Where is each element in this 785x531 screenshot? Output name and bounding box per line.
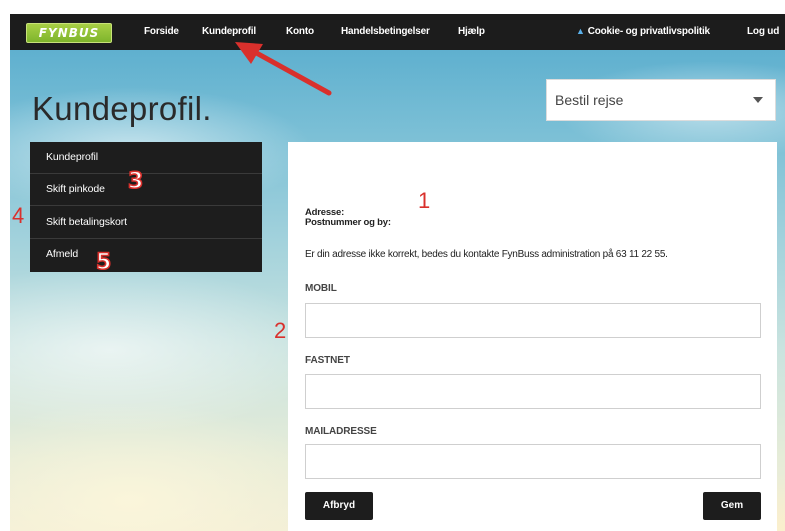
chevron-down-icon [753, 97, 763, 103]
fastnet-label: FASTNET [305, 355, 350, 366]
fastnet-input[interactable] [305, 374, 761, 409]
nav-logout[interactable]: Log ud [747, 26, 779, 37]
top-strip [0, 0, 785, 14]
annotation-number-3: 3 [127, 168, 144, 195]
bestil-rejse-dropdown[interactable]: Bestil rejse [546, 79, 776, 121]
sidebar-item-kundeprofil[interactable]: Kundeprofil [30, 142, 262, 174]
nav-cookie-policy[interactable]: ▲ Cookie- og privatlivspolitik [576, 26, 710, 37]
save-button[interactable]: Gem [703, 492, 761, 520]
fynbus-logo[interactable]: FYNBUS [26, 23, 112, 43]
warning-triangle-icon: ▲ [576, 26, 585, 36]
profile-panel: Adresse: Postnummer og by: Er din adress… [288, 142, 777, 531]
mailadresse-input[interactable] [305, 444, 761, 479]
sidebar-item-afmeld[interactable]: Afmeld [30, 239, 262, 271]
top-navbar: FYNBUS Forside Kundeprofil Konto Handels… [10, 14, 785, 50]
mobil-input[interactable] [305, 303, 761, 338]
nav-konto[interactable]: Konto [286, 26, 314, 37]
dropdown-selected-value: Bestil rejse [555, 92, 624, 108]
annotation-number-4: 4 [12, 203, 25, 228]
annotation-number-5: 5 [95, 249, 112, 276]
red-pointer-arrow-icon [235, 42, 332, 96]
sidebar-item-label: Skift pinkode [46, 183, 105, 195]
sidebar-item-skift-betalingskort[interactable]: Skift betalingskort [30, 207, 262, 239]
nav-hjaelp[interactable]: Hjælp [458, 26, 485, 37]
sidebar-menu: Kundeprofil Skift pinkode Skift betaling… [30, 142, 262, 272]
nav-forside[interactable]: Forside [144, 26, 179, 37]
mailadresse-label: MAILADRESSE [305, 426, 377, 437]
address-info-text: Er din adresse ikke korrekt, bedes du ko… [305, 249, 668, 260]
annotation-number-2: 2 [274, 318, 287, 343]
annotation-number-1: 1 [418, 188, 431, 213]
sidebar-item-label: Skift betalingskort [46, 216, 127, 228]
sidebar-item-label: Afmeld [46, 248, 79, 260]
nav-kundeprofil[interactable]: Kundeprofil [202, 26, 256, 37]
mobil-label: MOBIL [305, 283, 337, 294]
nav-cookie-label: Cookie- og privatlivspolitik [587, 26, 710, 37]
sidebar-item-label: Kundeprofil [46, 151, 99, 163]
nav-handelsbetingelser[interactable]: Handelsbetingelser [341, 26, 430, 37]
cancel-button[interactable]: Afbryd [305, 492, 373, 520]
sidebar-item-skift-pinkode[interactable]: Skift pinkode [30, 174, 262, 206]
postal-label: Postnummer og by: [305, 217, 391, 228]
page-title: Kundeprofil. [32, 90, 212, 127]
